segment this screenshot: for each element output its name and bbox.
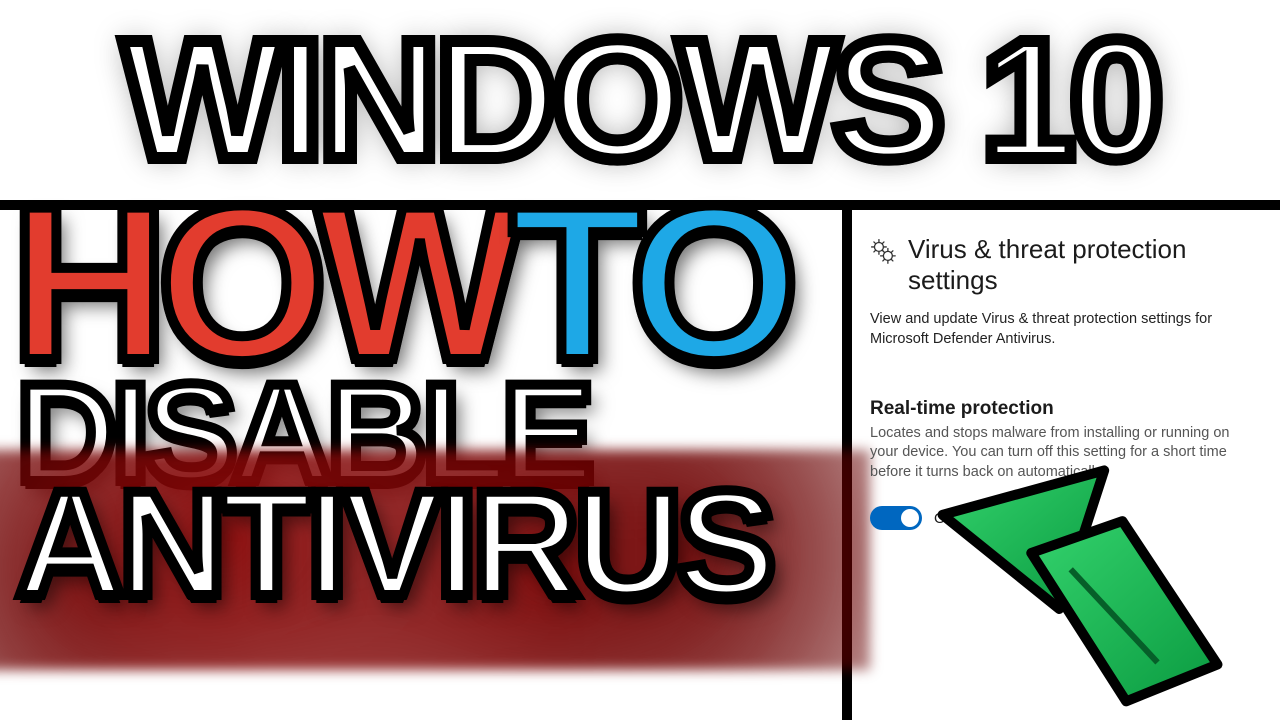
realtime-protection-toggle[interactable] — [870, 506, 922, 530]
settings-panel: Virus & threat protection settings View … — [870, 220, 1265, 530]
settings-title: Virus & threat protection settings — [908, 234, 1265, 296]
realtime-protection-title: Real-time protection — [870, 398, 1265, 420]
thumbnail-word-to: TO — [510, 190, 788, 377]
realtime-protection-description: Locates and stops malware from installin… — [870, 424, 1250, 483]
thumbnail-word-antivirus-wrap: ANTIVIRUS — [10, 480, 840, 608]
settings-description: View and update Virus & threat protectio… — [870, 310, 1250, 349]
thumbnail-word-antivirus: ANTIVIRUS — [10, 480, 840, 608]
settings-header: Virus & threat protection settings — [870, 220, 1265, 296]
thumbnail-word-how: HOW — [10, 190, 512, 377]
realtime-protection-state-label: On — [934, 510, 954, 527]
realtime-protection-toggle-row: On — [870, 506, 1265, 530]
thumbnail-row-howto: HOW TO — [10, 190, 840, 377]
gear-icon — [870, 238, 896, 264]
thumbnail-left-stack: HOW TO DISABLE ANTIVIRUS — [10, 190, 840, 608]
